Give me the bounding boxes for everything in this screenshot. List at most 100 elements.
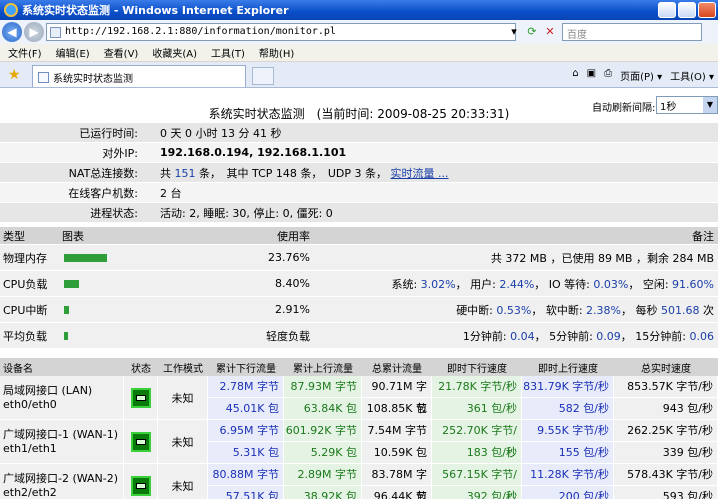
- page-icon: [50, 27, 61, 38]
- header-type: 类型: [3, 229, 25, 243]
- resource-table: 类型 图表 使用率 备注 物理内存 23.76% 共 372 MB ，已使用 89 …: [0, 227, 718, 349]
- note-fragment: 0.53%: [496, 303, 532, 317]
- menu-view[interactable]: 查看(V): [104, 45, 139, 60]
- down-total-packets: 5.31K 包: [232, 446, 279, 459]
- refresh-value: 1秒: [660, 102, 677, 113]
- resource-row: CPU中断 2.91% 硬中断: 0.53%， 软中断: 2.38%， 每秒 501…: [0, 297, 718, 323]
- feeds-icon[interactable]: ▣: [587, 68, 596, 83]
- print-icon[interactable]: ⎙: [604, 68, 612, 83]
- up-speed: 9.55K 字节/秒 155 包/秒: [522, 420, 614, 463]
- resource-note: 共 372 MB ，已使用 89 MB ，剩余 284 MB: [312, 250, 718, 266]
- total-speed: 262.25K 字节/秒 339 包/秒: [614, 420, 718, 463]
- down-speed-bytes: 567.15K 字节/秒: [432, 464, 521, 499]
- up-total-packets: 5.29K 包: [310, 446, 357, 459]
- note-fragment: ， 软中断:: [531, 303, 587, 317]
- system-info: 已运行时间: 0 天 0 小时 13 分 41 秒 对外IP: 192.168.…: [0, 123, 718, 223]
- down-speed-bytes: 21.78K 字节/秒: [432, 376, 521, 398]
- resource-rows: 物理内存 23.76% 共 372 MB ，已使用 89 MB ，剩余 284 MB…: [0, 245, 718, 349]
- ip-value: 192.168.0.194, 192.168.1.101: [160, 146, 347, 159]
- total-speed: 853.57K 字节/秒 943 包/秒: [614, 376, 718, 419]
- header-note: 备注: [692, 229, 714, 243]
- search-input[interactable]: 百度: [562, 23, 702, 41]
- resource-row: 平均负载 轻度负载 1分钟前: 0.04， 5分钟前: 0.09， 15分钟前: 0…: [0, 323, 718, 349]
- menu-bar: 文件(F) 编辑(E) 查看(V) 收藏夹(A) 工具(T) 帮助(H): [0, 44, 718, 62]
- down-speed: 252.70K 字节/秒 183 包/秒: [432, 420, 522, 463]
- up-total-packets: 38.92K 包: [303, 490, 357, 499]
- down-total-bytes: 80.88M 字节: [208, 464, 283, 486]
- address-dropdown-icon[interactable]: ▾: [506, 24, 522, 40]
- page-menu[interactable]: 页面(P) ▾: [620, 68, 662, 83]
- note-fragment: 0.03%: [593, 277, 629, 291]
- stop-icon[interactable]: ✕: [542, 24, 558, 40]
- menu-help[interactable]: 帮助(H): [259, 45, 294, 60]
- resource-header: 类型 图表 使用率 备注: [0, 227, 718, 245]
- info-row-nat: NAT总连接数: 共 151 条， 其中 TCP 148 条， UDP 3 条，…: [0, 163, 718, 183]
- resource-usage: 轻度负载: [266, 329, 310, 343]
- up-speed: 831.79K 字节/秒 582 包/秒: [522, 376, 614, 419]
- ie-logo-icon: [4, 3, 18, 17]
- interface-device: eth0/eth0: [3, 398, 57, 411]
- interface-state: [124, 376, 158, 419]
- menu-tools[interactable]: 工具(T): [211, 45, 245, 60]
- back-button[interactable]: ◀: [2, 22, 22, 42]
- interface-table: 设备名 状态 工作模式 累计下行流量 累计上行流量 总累计流量 即时下行速度 即…: [0, 358, 718, 499]
- up-speed: 11.28K 字节/秒 200 包/秒: [522, 464, 614, 499]
- favorites-star-icon[interactable]: ★: [8, 67, 21, 83]
- up-speed-packets: 155 包/秒: [558, 446, 609, 459]
- tools-menu[interactable]: 工具(O) ▾: [670, 68, 714, 83]
- header-total-speed: 总实时速度: [641, 363, 691, 375]
- total-traffic-packets: 108.85K 包: [366, 402, 427, 415]
- interface-row: 局域网接口 (LAN) eth0/eth0 未知 2.78M 字节 45.01K 包 87…: [0, 376, 718, 420]
- realtime-traffic-link[interactable]: 实时流量 ...: [391, 167, 449, 180]
- total-speed: 578.43K 字节/秒 593 包/秒: [614, 464, 718, 499]
- refresh-icon[interactable]: ⟳: [524, 24, 540, 40]
- new-tab-button[interactable]: [252, 67, 274, 85]
- page-content: 系统实时状态监测 (当前时间: 2009-08-25 20:33:31) 自动刷…: [0, 89, 718, 499]
- usage-bar: [64, 253, 107, 262]
- resource-type: 平均负载: [3, 329, 47, 343]
- menu-favorites[interactable]: 收藏夹(A): [152, 45, 197, 60]
- tab-monitor[interactable]: 系统实时状态监测: [32, 65, 246, 87]
- note-fragment: 0.06: [689, 329, 715, 343]
- tab-bar: ★ 系统实时状态监测 ⌂ ▣ ⎙ 页面(P) ▾ 工具(O) ▾: [0, 62, 718, 88]
- header-down-speed: 即时下行速度: [447, 363, 507, 375]
- menu-file[interactable]: 文件(F): [8, 45, 42, 60]
- resource-note: 1分钟前: 0.04， 5分钟前: 0.09， 15分钟前: 0.06: [312, 328, 718, 344]
- interface-name: 局域网接口 (LAN) eth0/eth0: [0, 376, 124, 419]
- refresh-label: 自动刷新间隔:: [592, 103, 656, 114]
- info-row-ip: 对外IP: 192.168.0.194, 192.168.1.101: [0, 143, 718, 163]
- nat-prefix: 共: [160, 166, 171, 180]
- interface-label: 广域网接口-2 (WAN-2): [3, 472, 119, 485]
- note-fragment: ， IO 等待:: [534, 277, 594, 291]
- down-speed: 21.78K 字节/秒 361 包/秒: [432, 376, 522, 419]
- total-speed-packets: 339 包/秒: [662, 446, 713, 459]
- close-button[interactable]: [698, 2, 716, 18]
- home-icon[interactable]: ⌂: [572, 68, 578, 83]
- note-fragment: 2.44%: [499, 277, 535, 291]
- maximize-button[interactable]: [678, 2, 696, 18]
- minimize-button[interactable]: [658, 2, 676, 18]
- interface-state: [124, 464, 158, 499]
- nat-total: 151: [174, 166, 196, 180]
- note-fragment: ， 每秒: [621, 303, 661, 317]
- resource-usage: 2.91%: [275, 303, 310, 316]
- refresh-interval-select[interactable]: 1秒 ▼: [656, 96, 718, 114]
- note-fragment: 次: [699, 303, 714, 317]
- chevron-down-icon: ▼: [703, 97, 717, 113]
- total-speed-packets: 593 包/秒: [662, 490, 713, 499]
- forward-button[interactable]: ▶: [24, 22, 44, 42]
- up-speed-bytes: 831.79K 字节/秒: [522, 376, 613, 398]
- note-fragment: 共 372 MB ，已使用 89 MB ，剩余 284 MB: [490, 251, 714, 265]
- resource-note: 系统: 3.02%， 用户: 2.44%， IO 等待: 0.03%， 空闲: …: [312, 276, 718, 292]
- note-fragment: 0.09: [596, 329, 621, 343]
- usage-bar: [64, 331, 68, 340]
- address-input[interactable]: http://192.168.2.1:880/information/monit…: [46, 23, 516, 41]
- header-state: 状态: [131, 363, 151, 375]
- info-row-process: 进程状态: 活动: 2, 睡眠: 30, 停止: 0, 僵死: 0: [0, 203, 718, 223]
- up-speed-packets: 582 包/秒: [558, 402, 609, 415]
- address-bar: ◀ ▶ http://192.168.2.1:880/information/m…: [0, 20, 718, 44]
- info-row-uptime: 已运行时间: 0 天 0 小时 13 分 41 秒: [0, 123, 718, 143]
- nat-value: 共 151 条， 其中 TCP 148 条， UDP 3 条， 实时流量 ...: [142, 165, 449, 181]
- menu-edit[interactable]: 编辑(E): [56, 45, 90, 60]
- resource-row: CPU负载 8.40% 系统: 3.02%， 用户: 2.44%， IO 等待: 0…: [0, 271, 718, 297]
